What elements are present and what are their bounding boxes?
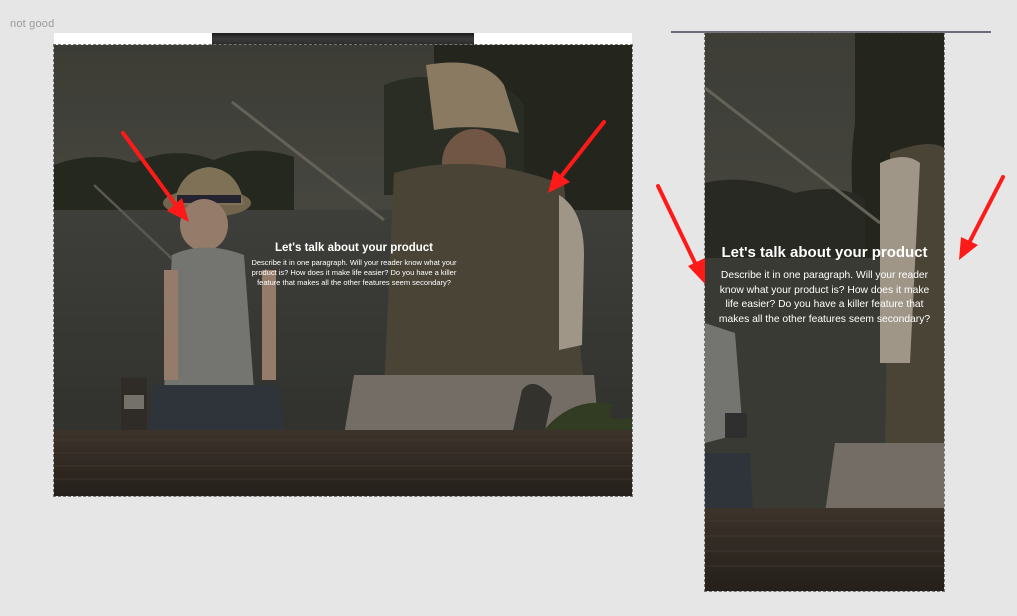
desktop-previous-section-strip — [54, 33, 632, 45]
red-arrow-annotation-icon — [959, 175, 1005, 260]
desktop-hero-text: Let's talk about your product Describe i… — [244, 241, 464, 288]
mobile-hero-text: Let's talk about your product Describe i… — [713, 244, 936, 327]
previous-section-image — [212, 33, 474, 45]
hero-body: Describe it in one paragraph. Will your … — [251, 258, 457, 287]
mobile-hero-frame[interactable]: Let's talk about your product Describe i… — [704, 32, 945, 592]
hero-title: Let's talk about your product — [275, 242, 433, 254]
desktop-hero-frame[interactable]: Let's talk about your product Describe i… — [53, 44, 633, 497]
hero-body-mobile: Describe it in one paragraph. Will your … — [718, 270, 931, 325]
design-canvas: not good Let's talk about your product D… — [0, 0, 1017, 616]
page-label: not good — [10, 18, 55, 30]
red-arrow-annotation-icon — [656, 184, 705, 284]
hero-title-mobile: Let's talk about your product — [721, 244, 928, 261]
